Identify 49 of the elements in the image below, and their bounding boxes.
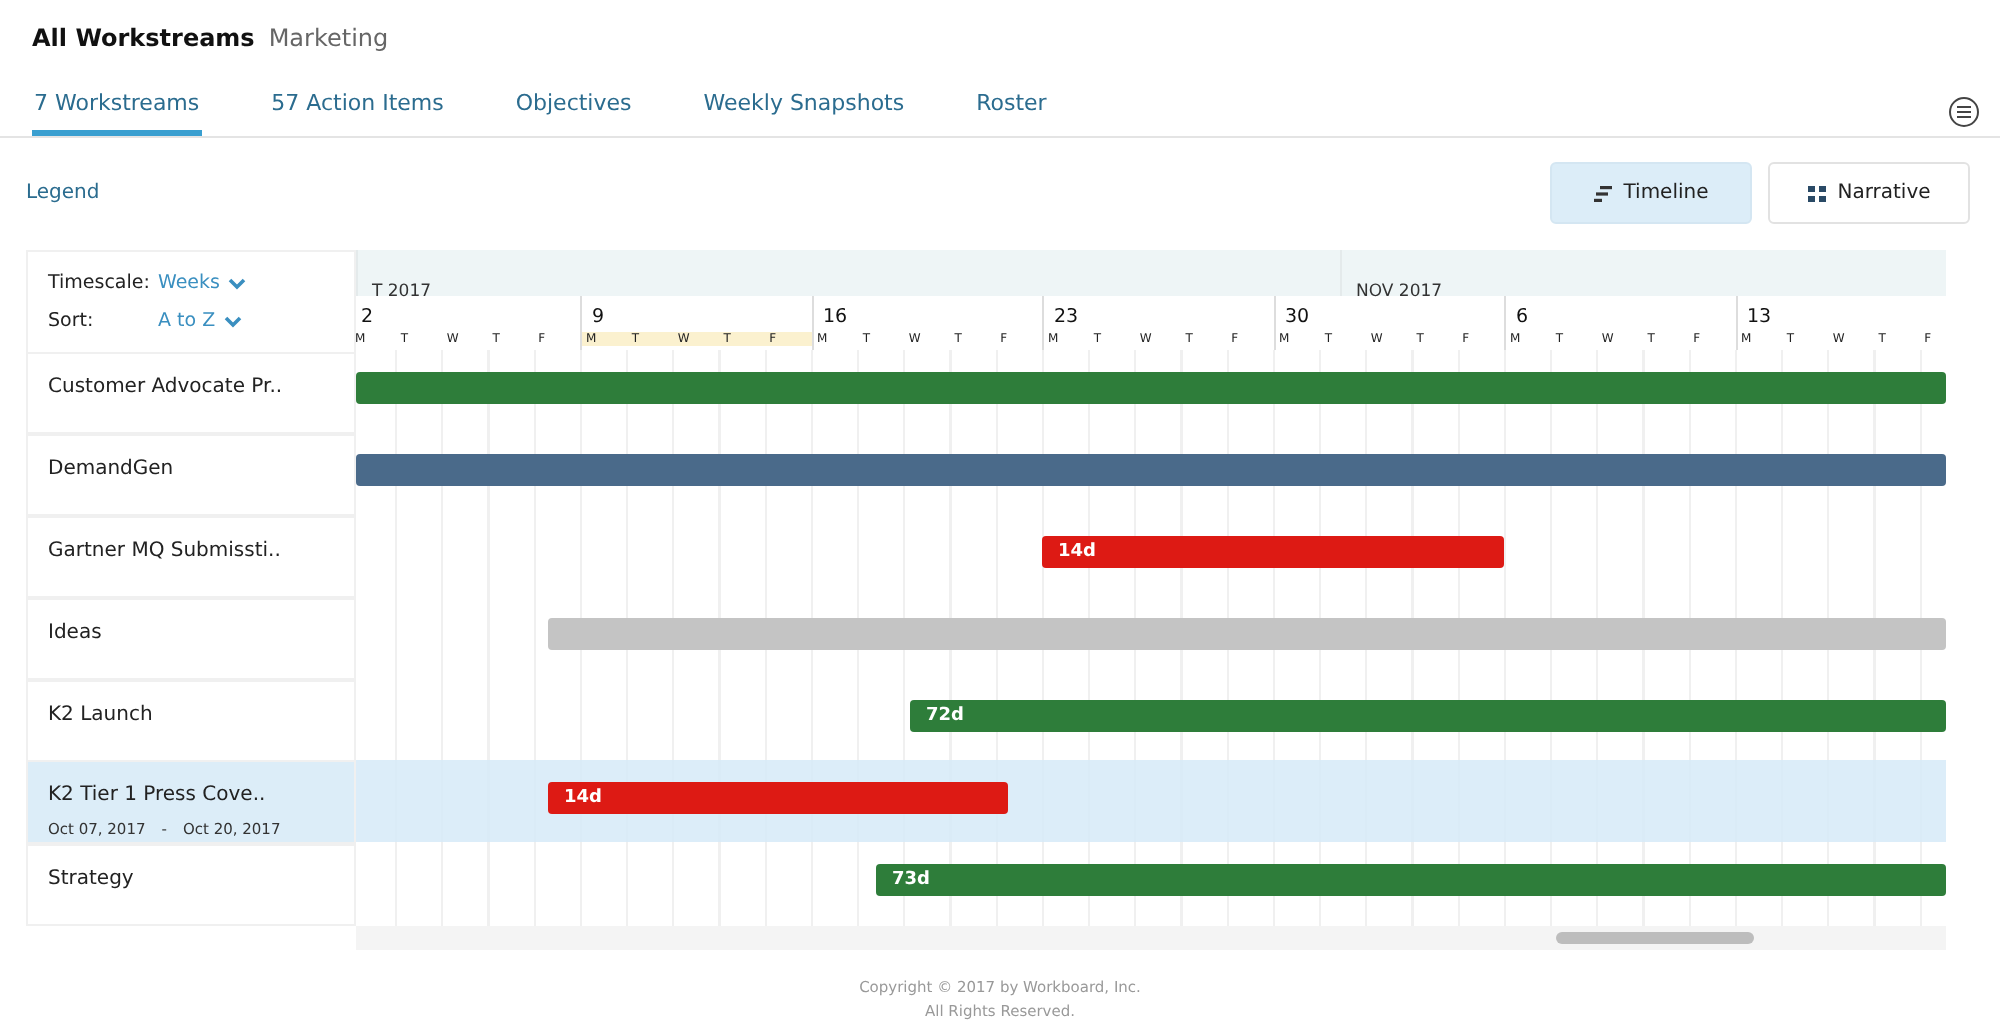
horizontal-scrollbar[interactable] — [356, 926, 1946, 950]
week-label: 2 — [361, 306, 374, 328]
workstream-row[interactable]: Strategy — [26, 844, 356, 926]
timeline-bar[interactable] — [356, 454, 1946, 486]
page-subtitle: Marketing — [268, 24, 389, 52]
workstream-name: Customer Advocate Pr.. — [48, 376, 285, 398]
week-label: 6 — [1516, 306, 1529, 328]
workstream-row[interactable]: Gartner MQ Submissti.. — [26, 516, 356, 598]
timeline-icon — [1593, 185, 1612, 201]
week-label: 23 — [1054, 306, 1079, 328]
timeline-bar[interactable] — [548, 618, 1946, 650]
menu-icon[interactable] — [1948, 96, 1980, 128]
week-label: 16 — [823, 306, 848, 328]
tab[interactable]: 57 Action Items — [269, 90, 446, 136]
workstream-name: Ideas — [48, 622, 104, 644]
sort-label: Sort: — [48, 310, 96, 332]
workstream-name: K2 Tier 1 Press Cove.. — [48, 784, 268, 806]
workstream-row[interactable]: K2 Launch — [26, 680, 356, 762]
sort-dropdown[interactable]: A to Z — [158, 310, 242, 332]
workstream-row[interactable]: DemandGen — [26, 434, 356, 516]
week-label: 13 — [1747, 306, 1772, 328]
timescale-label: Timescale: — [48, 272, 152, 294]
workstream-row[interactable]: Customer Advocate Pr.. — [26, 352, 356, 434]
chevron-down-icon — [227, 277, 246, 289]
tab[interactable]: Weekly Snapshots — [701, 90, 907, 136]
timeline-bar[interactable]: 72d — [910, 700, 1946, 732]
tab[interactable]: 7 Workstreams — [32, 90, 202, 136]
legend-link[interactable]: Legend — [26, 182, 100, 204]
workstream-row[interactable]: Ideas — [26, 598, 356, 680]
chevron-down-icon — [223, 315, 242, 327]
workstream-name: Strategy — [48, 868, 136, 890]
view-toggle-button[interactable]: Timeline — [1550, 162, 1752, 224]
page-title: All Workstreams — [32, 24, 255, 52]
week-label: 30 — [1285, 306, 1310, 328]
timescale-dropdown[interactable]: Weeks — [158, 272, 246, 294]
workstream-name: Gartner MQ Submissti.. — [48, 540, 283, 562]
tab[interactable]: Objectives — [513, 90, 634, 136]
grid-icon — [1807, 185, 1826, 201]
view-toggle-button[interactable]: Narrative — [1768, 162, 1970, 224]
timeline-bar[interactable] — [356, 372, 1946, 404]
month-header: T 2017 — [356, 250, 1340, 296]
month-header: NOV 2017 — [1340, 250, 1946, 296]
timeline-bar[interactable]: 14d — [548, 782, 1008, 814]
tab[interactable]: Roster — [974, 90, 1049, 136]
workstream-name: K2 Launch — [48, 704, 155, 726]
workstream-name: DemandGen — [48, 458, 176, 480]
week-label: 9 — [592, 306, 605, 328]
timeline-bar[interactable]: 73d — [876, 864, 1946, 896]
timeline-bar[interactable]: 14d — [1042, 536, 1504, 568]
